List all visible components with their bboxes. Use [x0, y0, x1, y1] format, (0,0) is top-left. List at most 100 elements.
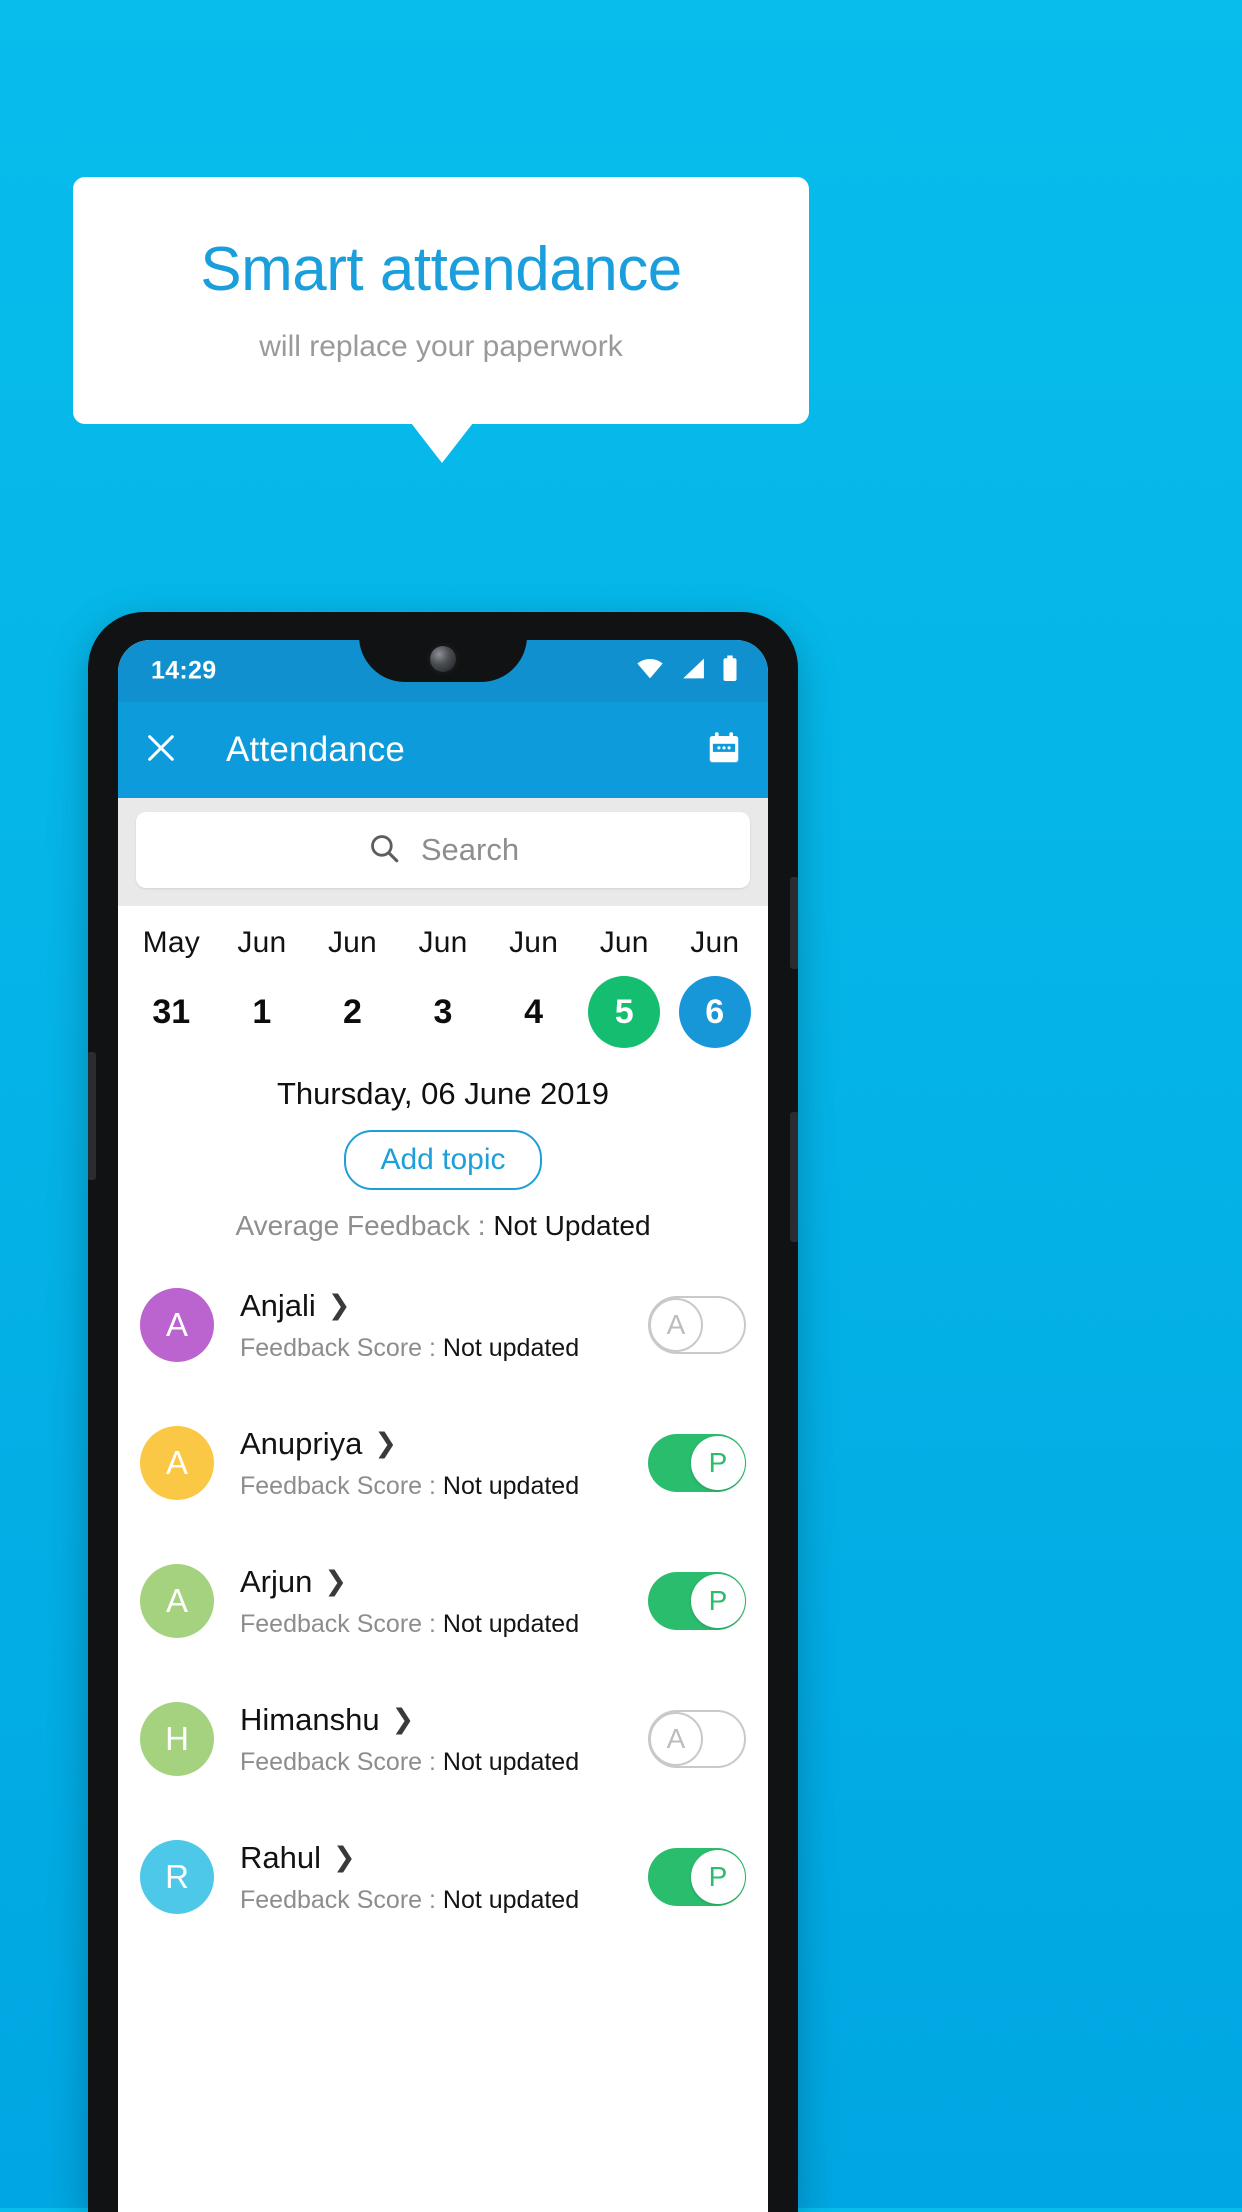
score-label: Feedback Score :	[240, 1747, 443, 1776]
signal-icon	[681, 658, 705, 685]
phone-notch	[359, 640, 527, 682]
student-name-row[interactable]: Rahul ❯	[240, 1840, 648, 1876]
score-value: Not updated	[442, 1747, 580, 1776]
date-day: 1	[252, 992, 272, 1031]
date-cell-selected[interactable]: Jun 6	[669, 926, 760, 1048]
table-row[interactable]: A Arjun ❯ Feedback Score : Not updated P	[118, 1532, 768, 1670]
toggle-knob: A	[649, 1298, 703, 1352]
date-cell[interactable]: Jun 2	[307, 926, 398, 1048]
avatar: A	[140, 1288, 214, 1362]
student-name-row[interactable]: Himanshu ❯	[240, 1702, 648, 1738]
student-name-row[interactable]: Arjun ❯	[240, 1564, 648, 1600]
status-time: 14:29	[151, 656, 217, 685]
date-cell[interactable]: Jun 3	[398, 926, 489, 1048]
promo-subtitle: will replace your paperwork	[259, 330, 623, 364]
table-row[interactable]: A Anjali ❯ Feedback Score : Not updated …	[118, 1256, 768, 1394]
student-score: Feedback Score : Not updated	[240, 1748, 648, 1777]
phone-screen: 14:29 Attendance Search May 31 Jun 1 Jun…	[118, 640, 768, 2212]
avatar: H	[140, 1702, 214, 1776]
selected-day-header: Thursday, 06 June 2019	[276, 1076, 610, 1111]
attendance-toggle[interactable]: P	[648, 1572, 746, 1630]
date-month: Jun	[237, 926, 287, 959]
attendance-toggle[interactable]: P	[648, 1848, 746, 1906]
chevron-right-icon[interactable]: ❯	[328, 1292, 351, 1319]
student-info: Himanshu ❯ Feedback Score : Not updated	[240, 1702, 648, 1777]
battery-icon	[722, 655, 738, 687]
date-month: Jun	[599, 926, 649, 959]
avatar: A	[140, 1426, 214, 1500]
student-name: Himanshu	[240, 1701, 380, 1737]
search-section: Search	[118, 798, 768, 906]
student-name: Arjun	[240, 1563, 313, 1599]
score-value: Not updated	[442, 1885, 580, 1914]
score-value: Not updated	[442, 1471, 580, 1500]
date-month: Jun	[327, 926, 377, 959]
table-row[interactable]: A Anupriya ❯ Feedback Score : Not update…	[118, 1394, 768, 1532]
close-icon[interactable]	[144, 731, 178, 770]
attendance-toggle[interactable]: A	[648, 1710, 746, 1768]
phone-button-left	[88, 1052, 96, 1180]
average-feedback: Average Feedback : Not Updated	[118, 1210, 768, 1242]
status-icons	[636, 655, 738, 687]
date-day: 4	[524, 992, 544, 1031]
date-cell-today[interactable]: Jun 5	[579, 926, 670, 1048]
phone-button-right-upper	[790, 877, 798, 969]
date-month: Jun	[690, 926, 740, 959]
date-day: 31	[152, 992, 191, 1031]
date-cell[interactable]: May 31	[126, 926, 217, 1048]
chevron-right-icon[interactable]: ❯	[374, 1430, 397, 1457]
avatar: A	[140, 1564, 214, 1638]
score-label: Feedback Score :	[240, 1885, 443, 1914]
attendance-toggle[interactable]: A	[648, 1296, 746, 1354]
search-placeholder: Search	[420, 832, 520, 867]
chevron-right-icon[interactable]: ❯	[392, 1706, 415, 1733]
date-cell[interactable]: Jun 4	[488, 926, 579, 1048]
chevron-right-icon[interactable]: ❯	[333, 1844, 356, 1871]
wifi-icon	[636, 658, 664, 685]
student-list: A Anjali ❯ Feedback Score : Not updated …	[118, 1256, 768, 1946]
score-label: Feedback Score :	[240, 1471, 443, 1500]
search-icon	[367, 831, 401, 870]
date-day: 2	[342, 992, 362, 1031]
date-strip: May 31 Jun 1 Jun 2 Jun 3 Jun 4 Jun 5 Jun…	[118, 906, 768, 1054]
student-name: Anjali	[240, 1287, 316, 1323]
toggle-knob: A	[649, 1712, 703, 1766]
promo-bubble-tail	[411, 423, 473, 463]
score-value: Not updated	[442, 1609, 580, 1638]
student-info: Arjun ❯ Feedback Score : Not updated	[240, 1564, 648, 1639]
student-name: Anupriya	[240, 1425, 363, 1461]
front-camera-icon	[430, 646, 456, 672]
phone-mockup: 14:29 Attendance Search May 31 Jun 1 Jun…	[88, 612, 798, 2212]
student-score: Feedback Score : Not updated	[240, 1610, 648, 1639]
date-day: 5	[588, 976, 661, 1048]
student-name-row[interactable]: Anjali ❯	[240, 1288, 648, 1324]
table-row[interactable]: R Rahul ❯ Feedback Score : Not updated P	[118, 1808, 768, 1946]
toggle-knob: P	[691, 1574, 745, 1628]
chevron-right-icon[interactable]: ❯	[324, 1568, 347, 1595]
add-topic-button[interactable]: Add topic	[344, 1130, 542, 1190]
score-label: Feedback Score :	[240, 1333, 443, 1362]
student-score: Feedback Score : Not updated	[240, 1334, 648, 1363]
date-cell[interactable]: Jun 1	[217, 926, 308, 1048]
toggle-knob: P	[691, 1850, 745, 1904]
student-score: Feedback Score : Not updated	[240, 1472, 648, 1501]
score-label: Feedback Score :	[240, 1609, 443, 1638]
calendar-icon[interactable]	[706, 730, 742, 771]
status-bar: 14:29	[118, 640, 768, 702]
add-topic-section: Add topic	[118, 1130, 768, 1190]
date-day: 3	[433, 992, 453, 1031]
table-row[interactable]: H Himanshu ❯ Feedback Score : Not update…	[118, 1670, 768, 1808]
app-bar: Attendance	[118, 702, 768, 798]
average-feedback-label: Average Feedback :	[235, 1210, 494, 1241]
attendance-toggle[interactable]: P	[648, 1434, 746, 1492]
student-name: Rahul	[240, 1839, 321, 1875]
search-input[interactable]: Search	[136, 812, 750, 888]
student-name-row[interactable]: Anupriya ❯	[240, 1426, 648, 1462]
phone-button-right-lower	[790, 1112, 798, 1242]
student-score: Feedback Score : Not updated	[240, 1886, 648, 1915]
student-info: Rahul ❯ Feedback Score : Not updated	[240, 1840, 648, 1915]
date-month: May	[142, 926, 200, 959]
date-month: Jun	[418, 926, 468, 959]
score-value: Not updated	[442, 1333, 580, 1362]
promo-title: Smart attendance	[200, 234, 682, 304]
